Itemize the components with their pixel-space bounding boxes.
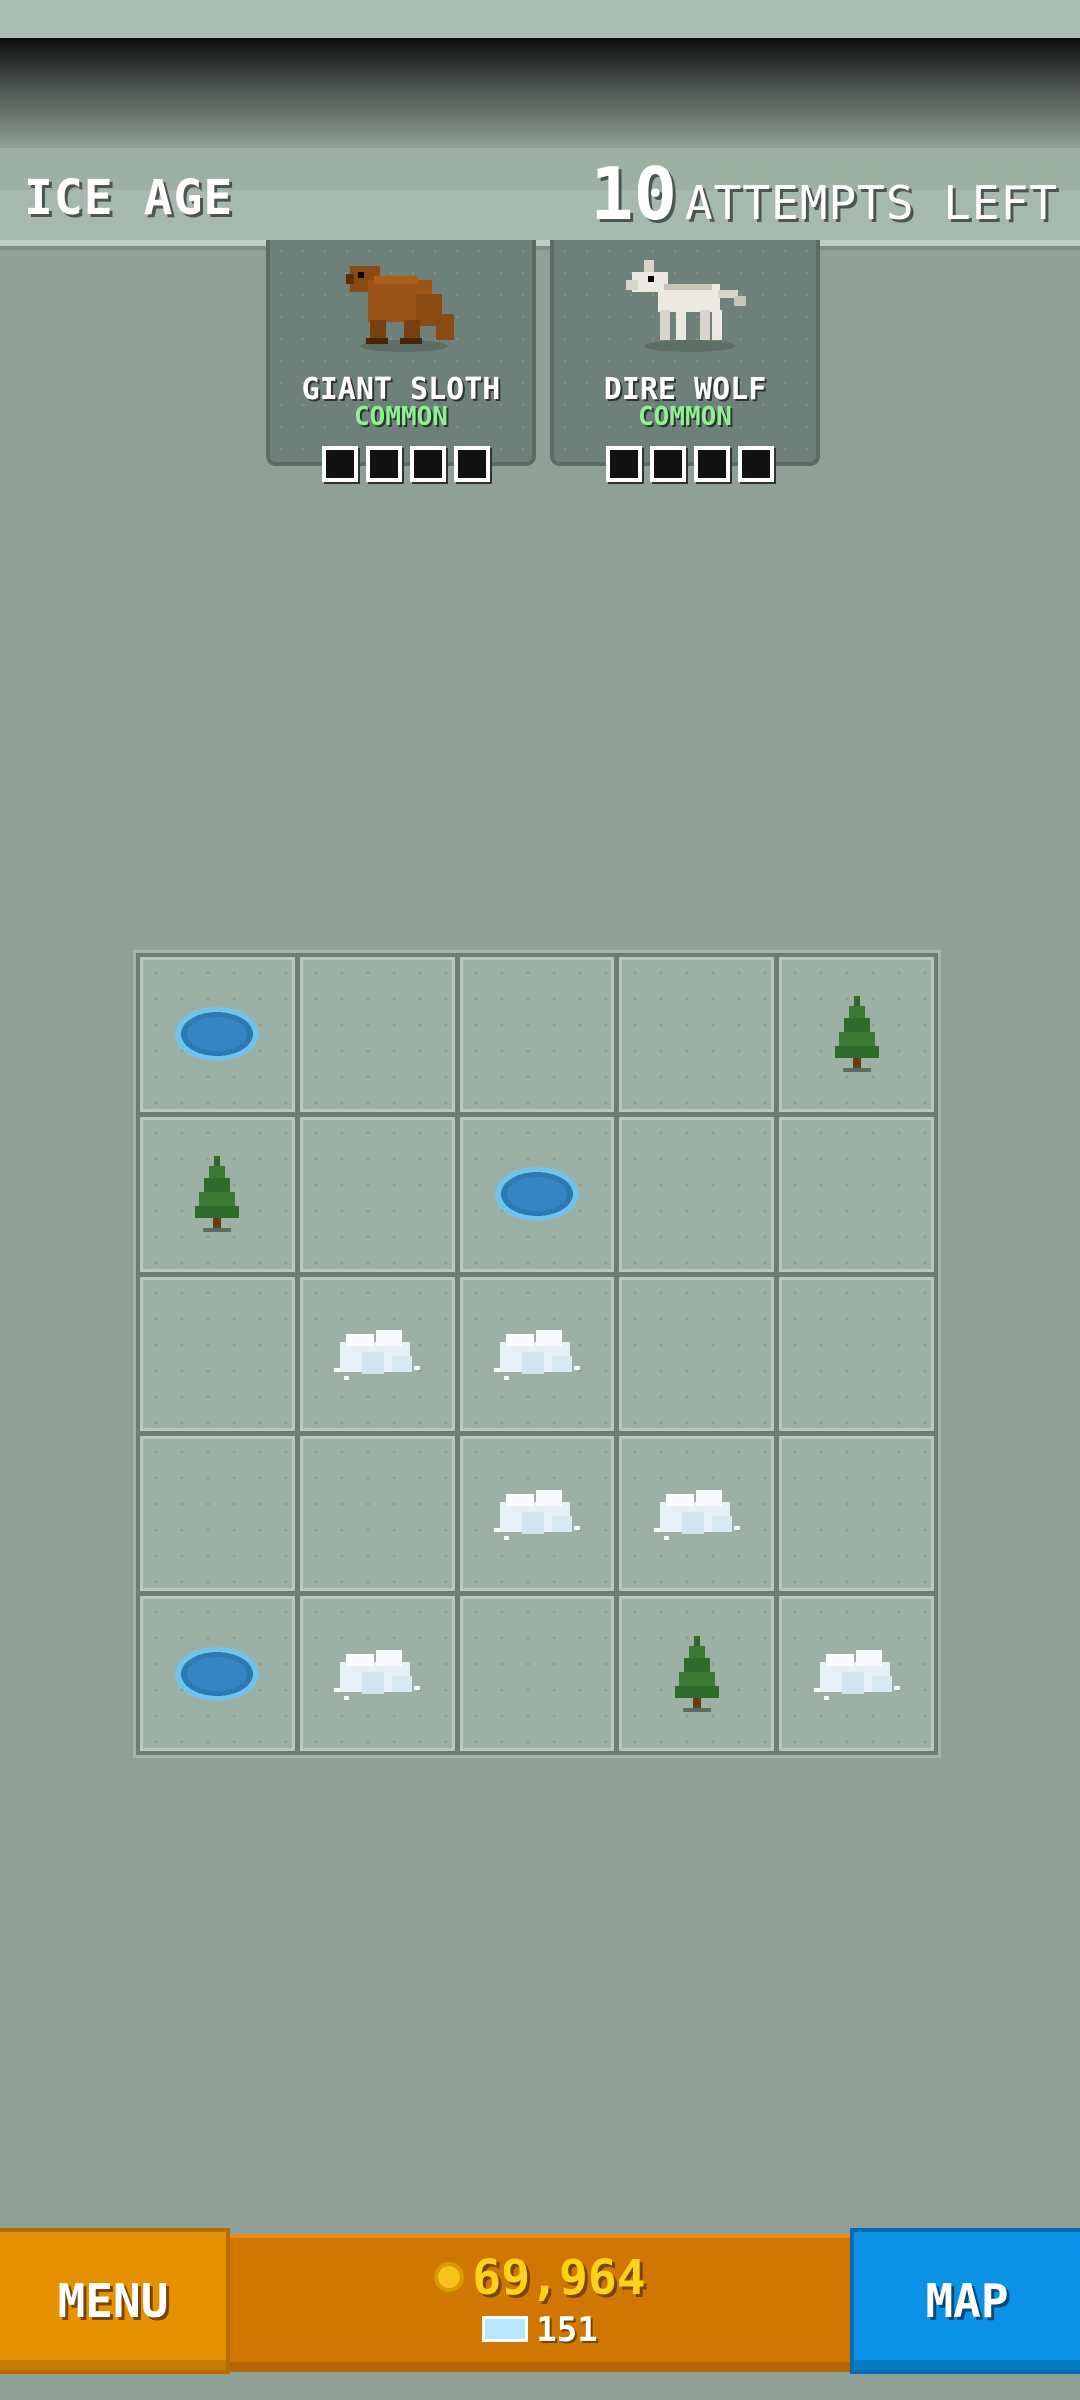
grid-tile-tree[interactable] xyxy=(140,1116,295,1272)
grid-tile-snow[interactable] xyxy=(779,1596,934,1751)
progress-slot xyxy=(606,446,642,482)
attempts-label: ATTEMPTS LEFT xyxy=(684,176,1058,230)
grid-tile-empty[interactable] xyxy=(779,1116,934,1272)
status-bar xyxy=(0,0,1080,38)
grid-tile-empty[interactable] xyxy=(619,957,775,1112)
grid-tile-pond[interactable] xyxy=(140,1596,295,1751)
currency-panel: 69,964 151 xyxy=(230,2234,850,2372)
progress-slot xyxy=(366,446,402,482)
grid-tile-pond[interactable] xyxy=(140,957,295,1112)
dig-grid xyxy=(133,950,941,1758)
progress-slot xyxy=(738,446,774,482)
grid-tile-empty[interactable] xyxy=(779,1276,934,1432)
snow-pile-icon xyxy=(493,1489,580,1540)
progress-slot xyxy=(410,446,446,482)
grid-tile-empty[interactable] xyxy=(140,1276,295,1432)
level-header: ICE AGE 10 ATTEMPTS LEFT xyxy=(0,148,1080,246)
diamond-icon xyxy=(482,2315,529,2342)
snow-pile-icon xyxy=(493,1329,580,1380)
bottom-bar: MENU 69,964 151 MAP xyxy=(0,2228,1080,2378)
ice-pond-icon xyxy=(494,1167,579,1222)
gem-amount: 151 xyxy=(536,2310,598,2350)
target-rarity: COMMON xyxy=(354,402,448,432)
era-title: ICE AGE xyxy=(24,170,234,226)
grid-tile-empty[interactable] xyxy=(459,1596,615,1751)
grid-tile-empty[interactable] xyxy=(299,1436,455,1592)
progress-slots xyxy=(606,446,774,482)
progress-slots xyxy=(322,446,490,482)
grid-tile-tree[interactable] xyxy=(619,1596,775,1751)
grid-tile-empty[interactable] xyxy=(619,1276,775,1432)
coin-amount: 69,964 xyxy=(472,2250,646,2306)
menu-button[interactable]: MENU xyxy=(0,2228,230,2374)
target-rarity: COMMON xyxy=(638,402,732,432)
snow-pile-icon xyxy=(334,1649,421,1700)
grid-tile-tree[interactable] xyxy=(779,957,934,1112)
target-card-giant-sloth[interactable]: GIANT SLOTH COMMON xyxy=(266,240,536,482)
top-shade xyxy=(0,38,1080,148)
attempts-count: 10 xyxy=(590,152,677,236)
grid-tile-empty[interactable] xyxy=(140,1436,295,1592)
grid-tile-snow[interactable] xyxy=(299,1276,455,1432)
dire-wolf-icon xyxy=(626,260,746,352)
coin-balance: 69,964 xyxy=(230,2250,850,2306)
progress-slot xyxy=(650,446,686,482)
snow-pile-icon xyxy=(653,1489,740,1540)
map-button[interactable]: MAP xyxy=(850,2228,1080,2374)
ice-pond-icon xyxy=(175,1646,260,1701)
ice-pond-icon xyxy=(175,1007,260,1062)
pine-tree-icon xyxy=(674,1635,719,1712)
progress-slot xyxy=(322,446,358,482)
grid-tile-snow[interactable] xyxy=(459,1276,615,1432)
snow-pile-icon xyxy=(813,1649,900,1700)
progress-slot xyxy=(694,446,730,482)
snow-pile-icon xyxy=(334,1329,421,1380)
grid-tile-empty[interactable] xyxy=(299,957,455,1112)
grid-tile-empty[interactable] xyxy=(619,1116,775,1272)
grid-tile-pond[interactable] xyxy=(459,1116,615,1272)
grid-tile-snow[interactable] xyxy=(619,1436,775,1592)
coin-icon xyxy=(434,2262,465,2292)
progress-slot xyxy=(454,446,490,482)
grid-tile-empty[interactable] xyxy=(299,1116,455,1272)
giant-sloth-icon xyxy=(346,266,454,352)
attempts-counter: 10 ATTEMPTS LEFT xyxy=(590,152,1058,236)
target-card-dire-wolf[interactable]: DIRE WOLF COMMON xyxy=(550,240,820,482)
grid-tile-snow[interactable] xyxy=(459,1436,615,1592)
pine-tree-icon xyxy=(195,1156,240,1233)
pine-tree-icon xyxy=(834,996,879,1073)
gem-balance: 151 xyxy=(230,2310,850,2350)
grid-tile-empty[interactable] xyxy=(779,1436,934,1592)
grid-tile-snow[interactable] xyxy=(299,1596,455,1751)
grid-tile-empty[interactable] xyxy=(459,957,615,1112)
